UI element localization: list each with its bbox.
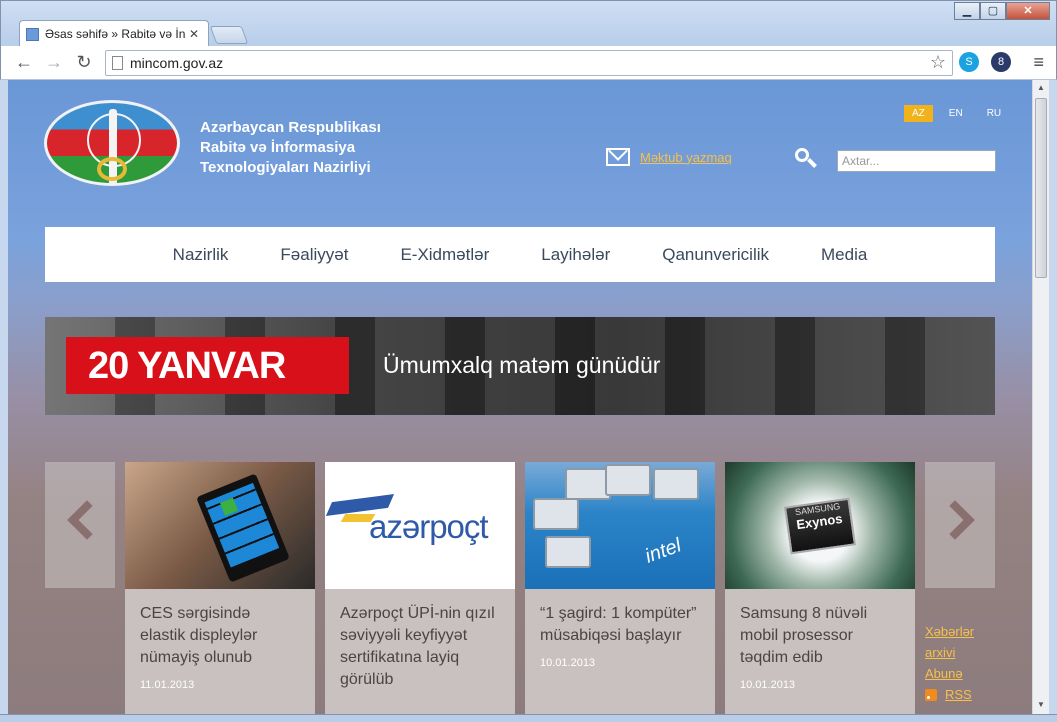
browser-titlebar: Əsas səhifə » Rabitə və İnf ✕ ▁ ▢ ✕ [0, 0, 1057, 47]
news-date: 10.01.2013 [740, 679, 796, 691]
exynos-chip: SAMSUNG Exynos [783, 497, 857, 555]
new-tab-button[interactable] [209, 26, 249, 44]
ministry-name-line: Texnologiyaları Nazirliyi [200, 159, 371, 176]
close-tab-icon[interactable]: ✕ [189, 27, 199, 41]
favicon-icon [26, 27, 39, 41]
logo-horn [97, 157, 127, 181]
news-card[interactable]: CES sərgisində elastik displeylər nümayi… [125, 462, 315, 714]
news-card[interactable]: intel “1 şagird: 1 kompüter” müsabiqəsi … [525, 462, 715, 714]
window-frame-bottom [0, 714, 1057, 722]
forward-icon[interactable]: → [43, 52, 65, 73]
banner-title-box: 20 YANVAR [66, 337, 349, 394]
window-frame-right [1049, 80, 1057, 714]
browser-toolbar: ← → ↻ mincom.gov.az ☆ S 8 ≡ [0, 46, 1057, 80]
nav-item-media[interactable]: Media [795, 245, 893, 265]
lang-en[interactable]: EN [941, 105, 971, 122]
lang-ru[interactable]: RU [979, 105, 1009, 122]
ministry-name[interactable]: Azərbaycan Respublikası Rabitə və İnform… [200, 118, 381, 178]
mourning-banner[interactable]: 20 YANVAR Ümumxalq matəm günüdür [45, 317, 995, 415]
news-image [125, 462, 315, 589]
tab-title: Əsas səhifə » Rabitə və İnf [45, 27, 185, 41]
ministry-name-line: Azərbaycan Respublikası [200, 119, 381, 136]
news-headline[interactable]: CES sərgisində elastik displeylər nümayi… [140, 603, 300, 669]
banner-title: 20 YANVAR [88, 345, 286, 387]
window-controls: ▁ ▢ ✕ [954, 2, 1050, 20]
azerpost-logo-text: azərpoçt [369, 508, 489, 545]
skype-extension-icon[interactable]: S [959, 52, 979, 72]
scrollbar-thumb[interactable] [1035, 98, 1047, 278]
ministry-logo[interactable] [44, 100, 180, 186]
page-viewport: Azərbaycan Respublikası Rabitə və İnform… [8, 80, 1032, 714]
nav-item-fealiyyet[interactable]: Fəaliyyət [254, 245, 374, 265]
write-letter-link[interactable]: Məktub yazmaq [640, 150, 732, 165]
news-headline[interactable]: Samsung 8 nüvəli mobil prosessor təqdim … [740, 603, 900, 669]
side-links: Xəbərlər arxivi Abunə RSS [925, 621, 985, 705]
write-letter: Məktub yazmaq [606, 148, 732, 166]
envelope-icon [606, 148, 630, 166]
subscribe-link[interactable]: Abunə [925, 663, 985, 684]
scroll-down-icon[interactable]: ▼ [1035, 700, 1047, 709]
page-icon [112, 56, 123, 70]
maximize-button[interactable]: ▢ [980, 2, 1006, 20]
bookmark-star-icon[interactable]: ☆ [930, 52, 946, 73]
lang-az[interactable]: AZ [904, 105, 933, 122]
news-headline[interactable]: “1 şagird: 1 kompüter” müsabiqəsi başlay… [540, 603, 700, 647]
browser-tab[interactable]: Əsas səhifə » Rabitə və İnf ✕ [19, 20, 209, 47]
chevron-left-icon [67, 500, 107, 540]
menu-icon[interactable]: ≡ [1033, 52, 1044, 73]
news-headline[interactable]: Azərpoçt ÜPİ-nin qızıl səviyyəli keyfiyy… [340, 603, 500, 691]
news-date: 10.01.2013 [540, 657, 596, 669]
carousel-next-button[interactable] [925, 462, 995, 588]
news-image: SAMSUNG Exynos [725, 462, 915, 589]
window-frame-left [0, 80, 8, 714]
news-image: intel [525, 462, 715, 589]
nav-item-nazirlik[interactable]: Nazirlik [147, 245, 255, 265]
search-icon[interactable] [795, 148, 817, 170]
reload-icon[interactable]: ↻ [73, 52, 95, 73]
news-archive-link[interactable]: Xəbərlər arxivi [925, 621, 985, 663]
minimize-button[interactable]: ▁ [954, 2, 980, 20]
rss-row: RSS [925, 684, 985, 705]
carousel-prev-button[interactable] [45, 462, 115, 588]
news-card[interactable]: azərpoçt Azərpoçt ÜPİ-nin qızıl səviyyəl… [325, 462, 515, 714]
chevron-right-icon [935, 500, 975, 540]
close-window-button[interactable]: ✕ [1006, 2, 1050, 20]
news-date: 11.01.2013 [140, 679, 195, 691]
search-input[interactable] [837, 150, 996, 172]
ministry-name-line: Rabitə və İnformasiya [200, 139, 356, 156]
news-image: azərpoçt [325, 462, 515, 589]
extension-icon[interactable]: 8 [991, 52, 1011, 72]
address-bar[interactable]: mincom.gov.az ☆ [105, 50, 953, 76]
intel-logo-text: intel [642, 534, 685, 568]
nav-item-layiheler[interactable]: Layihələr [515, 245, 636, 265]
banner-subtitle: Ümumxalq matəm günüdür [383, 352, 661, 378]
url-text: mincom.gov.az [130, 55, 224, 71]
rss-icon[interactable] [925, 688, 937, 701]
nav-item-e-xidmetler[interactable]: E-Xidmətlər [374, 245, 515, 265]
news-card[interactable]: SAMSUNG Exynos Samsung 8 nüvəli mobil pr… [725, 462, 915, 714]
language-switcher: AZ EN RU [904, 105, 1009, 122]
nav-item-qanunvericilik[interactable]: Qanunvericilik [636, 245, 795, 265]
vertical-scrollbar[interactable]: ▲ ▼ [1032, 80, 1049, 714]
rss-link[interactable]: RSS [945, 684, 972, 705]
main-nav: Nazirlik Fəaliyyət E-Xidmətlər Layihələr… [45, 227, 995, 282]
back-icon[interactable]: ← [13, 52, 35, 73]
scroll-up-icon[interactable]: ▲ [1035, 83, 1047, 92]
